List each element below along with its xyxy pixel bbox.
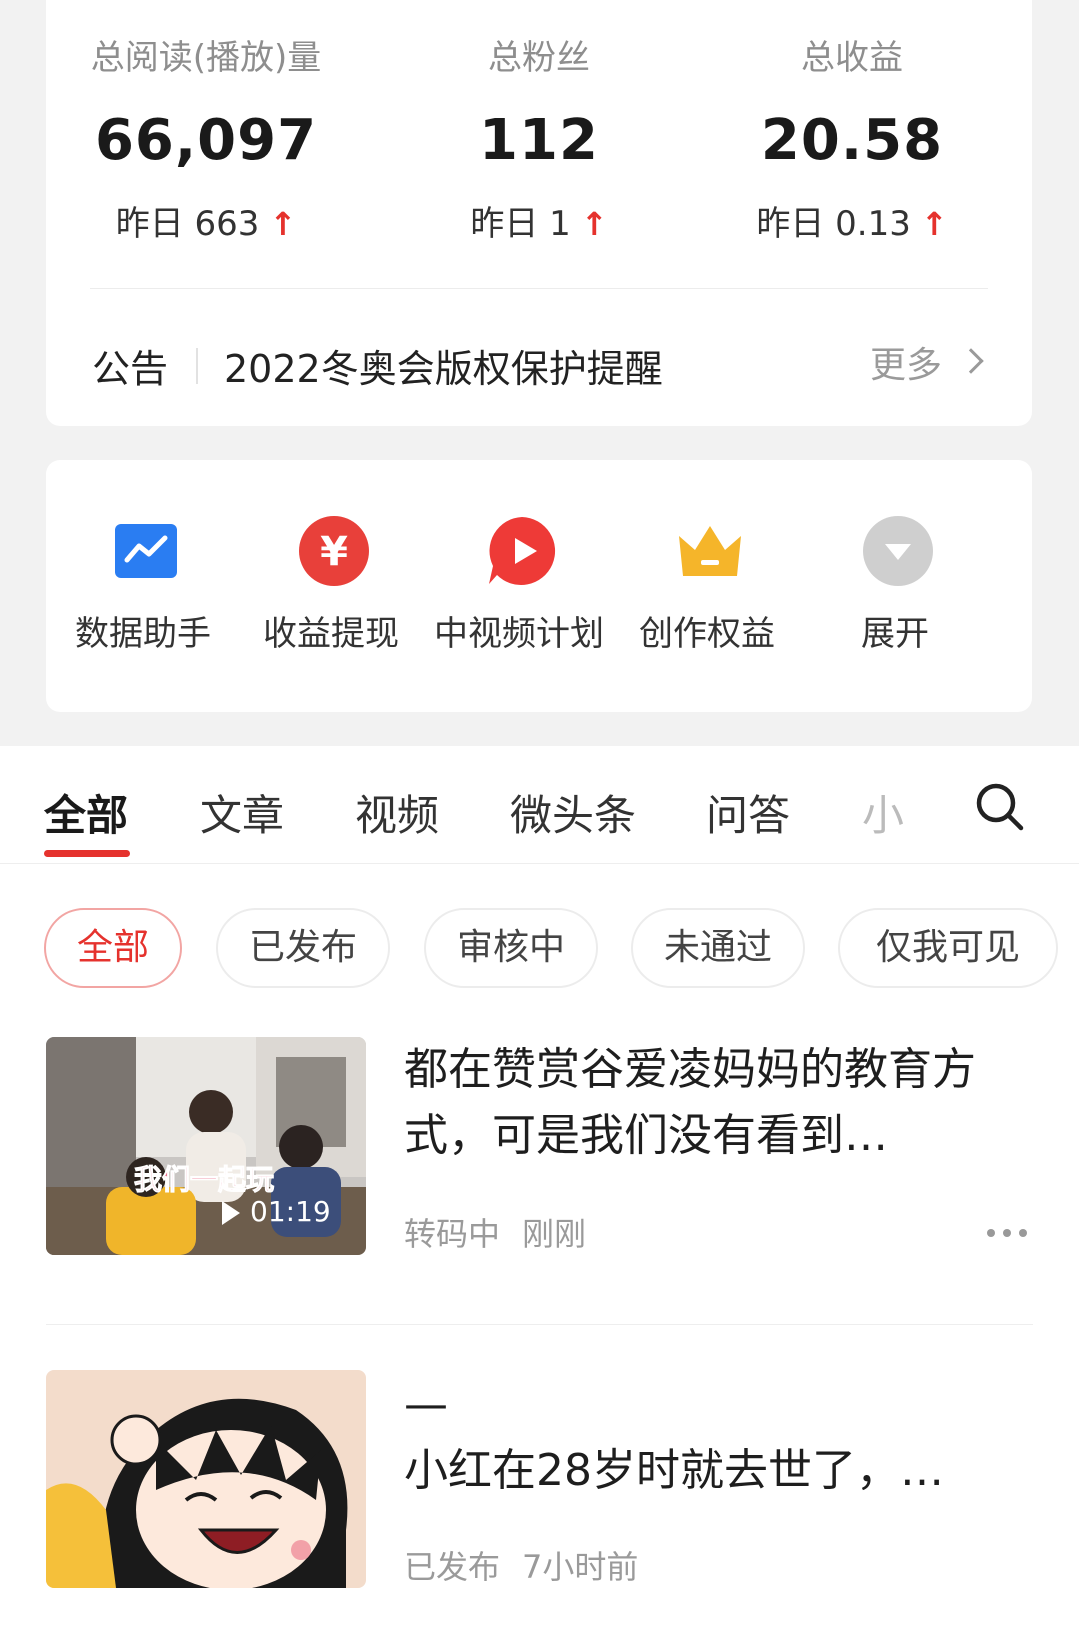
divider [90, 288, 988, 289]
item-title[interactable]: 都在赞赏谷爱凌妈妈的教育方式，可是我们没有看到… [404, 1037, 1033, 1169]
content-area: 全部 文章 视频 微头条 问答 小 全部 已发布 审核中 未通过 仅我可见 我们… [0, 746, 1079, 1629]
item-meta: 转码中 刚刚 [404, 1209, 608, 1255]
item-status: 已发布 [404, 1548, 501, 1586]
stat-label: 总收益 [801, 38, 903, 78]
stat-delta: 昨日 0.13 ↑ [756, 204, 948, 244]
arrow-up-icon: ↑ [580, 205, 608, 243]
tool-label: 中视频计划 [434, 614, 604, 654]
filter-chips: 全部 已发布 审核中 未通过 仅我可见 [0, 908, 1079, 988]
tab-videos[interactable]: 视频 [355, 782, 439, 843]
thumbnail-caption: 我们一起玩 [134, 1163, 274, 1196]
item-time: 7小时前 [522, 1548, 639, 1586]
tool-income-withdraw[interactable]: ¥ 收益提现 [236, 460, 426, 712]
item-meta: 已发布 7小时前 [404, 1542, 660, 1588]
tab-micro-headlines[interactable]: 微头条 [510, 782, 636, 843]
notice-bar[interactable]: 公告 2022冬奥会版权保护提醒 更多 [92, 332, 986, 392]
tool-mid-video-plan[interactable]: 中视频计划 [424, 460, 614, 712]
stat-value: 66,097 [94, 108, 318, 173]
filter-private[interactable]: 仅我可见 [838, 908, 1058, 988]
list-item[interactable]: 我们一起玩 01:19 都在赞赏谷爱凌妈妈的教育方式，可是我们没有看到… 转码中… [46, 1037, 1033, 1267]
search-icon[interactable] [975, 782, 1025, 832]
divider [46, 1324, 1033, 1325]
item-time: 刚刚 [522, 1215, 587, 1253]
stat-label: 总阅读(播放)量 [90, 38, 322, 78]
notice-tag: 公告 [92, 347, 169, 391]
list-item[interactable]: — 小红在28岁时就去世了，… 已发布 7小时前 [46, 1370, 1033, 1600]
filter-reviewing[interactable]: 审核中 [424, 908, 598, 988]
yuan-coin-icon: ¥ [299, 516, 369, 586]
thumbnail-image [46, 1370, 366, 1588]
arrow-up-icon: ↑ [269, 205, 297, 243]
svg-text:¥: ¥ [320, 529, 348, 575]
notice-more-link[interactable]: 更多 [870, 336, 942, 388]
tool-label: 数据助手 [75, 614, 211, 654]
arrow-up-icon: ↑ [920, 205, 948, 243]
notice-separator [196, 348, 198, 384]
video-duration: 01:19 [250, 1195, 331, 1228]
filter-rejected[interactable]: 未通过 [631, 908, 805, 988]
tool-data-assistant[interactable]: 数据助手 [48, 460, 238, 712]
item-title[interactable]: 小红在28岁时就去世了，… [404, 1438, 1033, 1504]
tool-creator-rights[interactable]: 创作权益 [612, 460, 802, 712]
crown-icon [679, 526, 741, 576]
content-tabs: 全部 文章 视频 微头条 问答 小 [0, 746, 1079, 864]
stat-delta: 昨日 663 ↑ [115, 204, 297, 244]
item-status: 转码中 [404, 1215, 501, 1253]
video-play-icon [489, 517, 556, 585]
chevron-right-icon [958, 348, 984, 374]
tool-label: 收益提现 [263, 614, 399, 654]
active-tab-indicator [44, 850, 130, 857]
more-options-icon[interactable] [985, 1223, 1029, 1243]
tab-more-clipped[interactable]: 小 [862, 782, 904, 843]
filter-published[interactable]: 已发布 [216, 908, 390, 988]
stats-card: 总阅读(播放)量 66,097 昨日 663 ↑ 总粉丝 112 昨日 1 ↑ 总收… [46, 0, 1032, 426]
stat-delta: 昨日 1 ↑ [470, 204, 608, 244]
item-title-prefix: — [404, 1379, 448, 1430]
tools-card: 数据助手 ¥ 收益提现 中视频计划 创作权益 展开 [46, 460, 1032, 712]
tool-expand[interactable]: 展开 [800, 460, 990, 712]
filter-all[interactable]: 全部 [44, 908, 182, 988]
video-thumbnail[interactable]: 我们一起玩 01:19 [46, 1037, 366, 1255]
tool-label: 展开 [861, 614, 929, 654]
tab-all[interactable]: 全部 [44, 782, 128, 843]
data-chart-icon [115, 524, 177, 578]
tab-articles[interactable]: 文章 [200, 782, 284, 843]
stat-value: 20.58 [760, 108, 944, 173]
expand-down-icon [863, 516, 933, 586]
notice-text[interactable]: 2022冬奥会版权保护提醒 [224, 338, 663, 393]
tab-qa[interactable]: 问答 [706, 782, 790, 843]
article-thumbnail[interactable] [46, 1370, 366, 1588]
stat-value: 112 [479, 108, 599, 173]
stat-label: 总粉丝 [488, 38, 590, 78]
tool-label: 创作权益 [639, 614, 775, 654]
